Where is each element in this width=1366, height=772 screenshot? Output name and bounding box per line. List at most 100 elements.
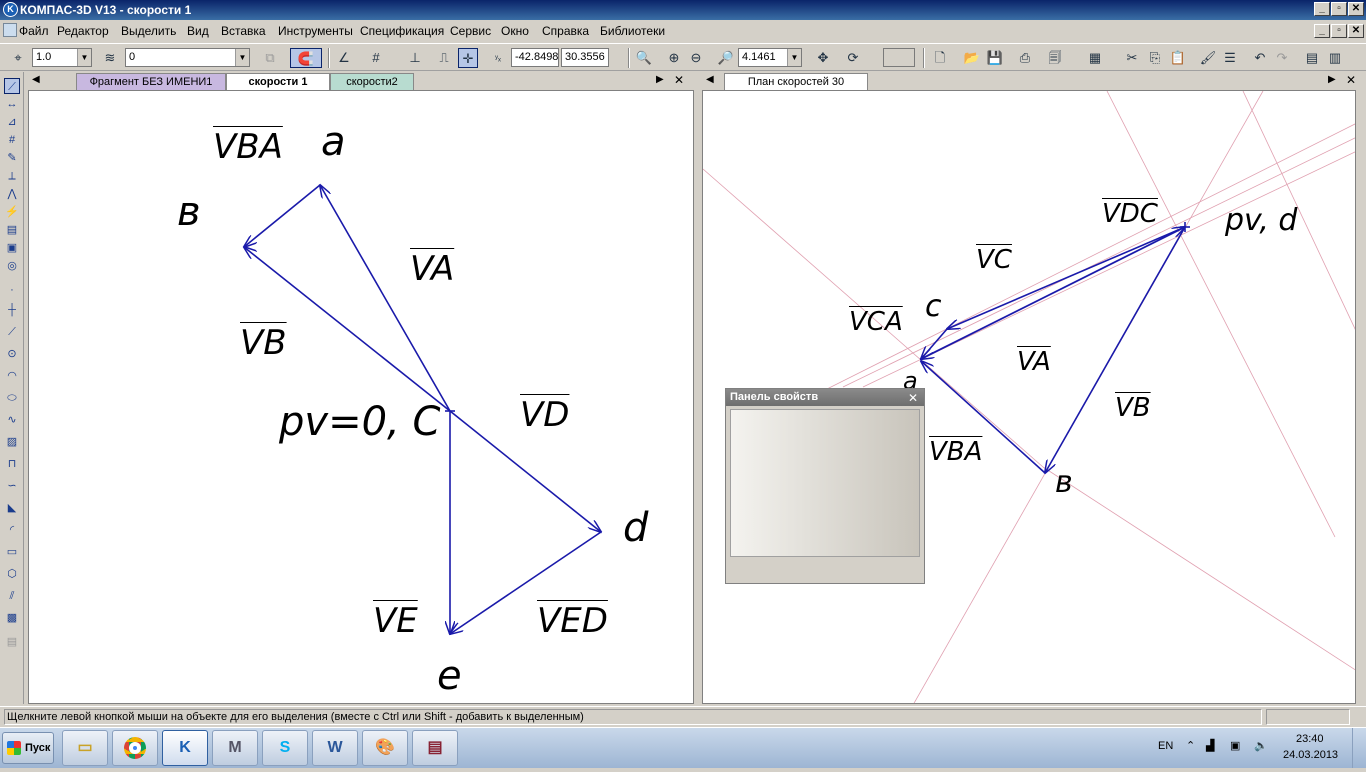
vector-vc[interactable] [947,226,1186,329]
polyline-icon[interactable]: ⊓ [4,456,20,472]
ortho-icon[interactable]: ⊥ [405,48,425,68]
copy-icon[interactable]: ⎘ [1145,48,1165,68]
menu-libraries[interactable]: Библиотеки [600,24,665,38]
maximize-button[interactable]: ▫ [1331,2,1347,16]
tab-close-icon[interactable]: ✕ [674,73,684,87]
close-button[interactable]: ✕ [1348,2,1364,16]
reports-tool-icon[interactable]: ▤ [4,222,20,238]
menu-editor[interactable]: Редактор [57,24,109,38]
menu-service[interactable]: Сервис [450,24,491,38]
menu-tools[interactable]: Инструменты [278,24,353,38]
properties-icon[interactable]: ⧉ [260,48,280,68]
menu-specification[interactable]: Спецификация [360,24,444,38]
menu-file[interactable]: Файл [19,24,49,38]
tab-scroll-right-icon[interactable]: ▶ [656,74,664,85]
refresh-icon[interactable]: ⟳ [843,48,863,68]
tab-speeds-1[interactable]: скорости 1 [226,73,330,90]
doc-close-button[interactable]: ✕ [1348,24,1364,38]
aux-line-icon[interactable]: ┼ [4,302,20,318]
chamfer-icon[interactable]: ◣ [4,500,20,516]
fragment-tool-icon[interactable]: ◎ [4,258,20,274]
library-manager-icon[interactable]: ▤ [1302,48,1322,68]
editing-tool-icon[interactable]: # [4,132,20,148]
close-icon[interactable]: ✕ [908,391,918,405]
vector-vb-right[interactable] [1045,226,1186,473]
tray-expand-icon[interactable]: ⌃ [1186,739,1195,752]
coord-y-field[interactable]: 30.3556 [561,48,609,67]
word-app-icon[interactable]: W [312,730,358,766]
properties-list-icon[interactable]: ☰ [1220,48,1240,68]
menu-window[interactable]: Окно [501,24,529,38]
tab-scroll-left-icon[interactable]: ◀ [706,74,714,85]
grid-icon[interactable]: # [366,48,386,68]
tab-scroll-right-icon[interactable]: ▶ [1328,74,1336,85]
language-indicator[interactable]: EN [1158,740,1173,752]
tab-close-icon[interactable]: ✕ [1346,73,1356,87]
fillet-icon[interactable]: ◜ [4,522,20,538]
ellipse-icon[interactable]: ⬭ [4,390,20,406]
step-combo[interactable]: 1.0 ▼ [32,48,92,67]
vector-vca[interactable] [921,328,948,359]
winrar-app-icon[interactable]: ▤ [412,730,458,766]
paste-icon[interactable]: 📋 [1168,48,1188,68]
manager-icon[interactable]: ▦ [1085,48,1105,68]
geometry-tool-icon[interactable]: ⟋ [4,78,20,94]
segment-icon[interactable]: ⟋ [4,324,20,340]
show-desktop-button[interactable] [1352,728,1366,768]
spline-icon[interactable]: ∿ [4,412,20,428]
save-icon[interactable]: 💾 [985,48,1005,68]
zoom-out-icon[interactable]: ⊖ [686,48,706,68]
chrome-app-icon[interactable] [112,730,158,766]
chevron-down-icon[interactable]: ▼ [235,49,249,66]
select-tool-icon[interactable]: ⋀ [4,186,20,202]
tab-fragment[interactable]: Фрагмент БЕЗ ИМЕНИ1 [76,73,226,90]
undo-icon[interactable]: ↶ [1250,48,1270,68]
snap-point-icon[interactable]: ⌖ [8,48,28,68]
fill-icon[interactable]: ▩ [4,610,20,626]
measure-tool-icon[interactable]: ⟂ [4,168,20,184]
empty-combo[interactable] [883,48,915,67]
redo-icon[interactable]: ↷ [1272,48,1292,68]
device-icon[interactable]: ▣ [1230,739,1240,752]
tab-speeds-2[interactable]: скорости2 [330,73,414,90]
bezier-icon[interactable]: ∽ [4,478,20,494]
network-icon[interactable]: ▟ [1206,739,1214,752]
properties-panel[interactable]: Панель свойств ✕ [725,388,925,584]
round-icon[interactable]: ⎍ [434,48,454,68]
doc-minimize-button[interactable]: _ [1314,24,1330,38]
vector-vba[interactable] [244,184,321,247]
menu-select[interactable]: Выделить [121,24,176,38]
clock-date[interactable]: 24.03.2013 [1283,749,1338,761]
layer-icon[interactable]: ≋ [100,48,120,68]
collection-icon[interactable]: ▤ [4,634,20,650]
tab-speed-plan-30[interactable]: План скоростей 30 [724,73,868,90]
open-folder-icon[interactable]: 📂 [962,48,982,68]
doc-restore-button[interactable]: ▫ [1331,24,1347,38]
menu-help[interactable]: Справка [542,24,589,38]
print-icon[interactable]: ⎙ [1015,48,1035,68]
document-icon[interactable] [3,23,17,37]
tab-scroll-left-icon[interactable]: ◀ [32,74,40,85]
left-drawing-canvas[interactable]: VBA a в VA VB pv=0, C VD d VE VED e [28,90,694,704]
zoom-in-icon[interactable]: ⊕ [664,48,684,68]
pan-icon[interactable]: ✥ [813,48,833,68]
vector-vdc[interactable] [920,227,1185,360]
dimensions-tool-icon[interactable]: ↔ [4,96,20,112]
zoom-scale-icon[interactable]: 🔎 [716,48,736,68]
folder-app-icon[interactable]: ▭ [62,730,108,766]
paint-app-icon[interactable]: 🎨 [362,730,408,766]
chevron-down-icon[interactable]: ▼ [787,49,801,66]
zoom-window-icon[interactable]: 🔍 [634,48,654,68]
symbols-tool-icon[interactable]: ⊿ [4,114,20,130]
tree-icon[interactable]: ▥ [1325,48,1345,68]
clock-time[interactable]: 23:40 [1296,733,1324,745]
equidistant-icon[interactable]: ⫽ [4,588,20,604]
coord-x-field[interactable]: -42.8498 [511,48,559,67]
polygon-icon[interactable]: ⬡ [4,566,20,582]
circle-icon[interactable]: ⊙ [4,346,20,362]
cut-icon[interactable]: ✂ [1122,48,1142,68]
chevron-down-icon[interactable]: ▼ [77,49,91,66]
local-cs-icon[interactable]: ∠ [334,48,354,68]
kompas-app-icon[interactable]: K [162,730,208,766]
format-brush-icon[interactable]: 🖌 [1198,48,1218,68]
